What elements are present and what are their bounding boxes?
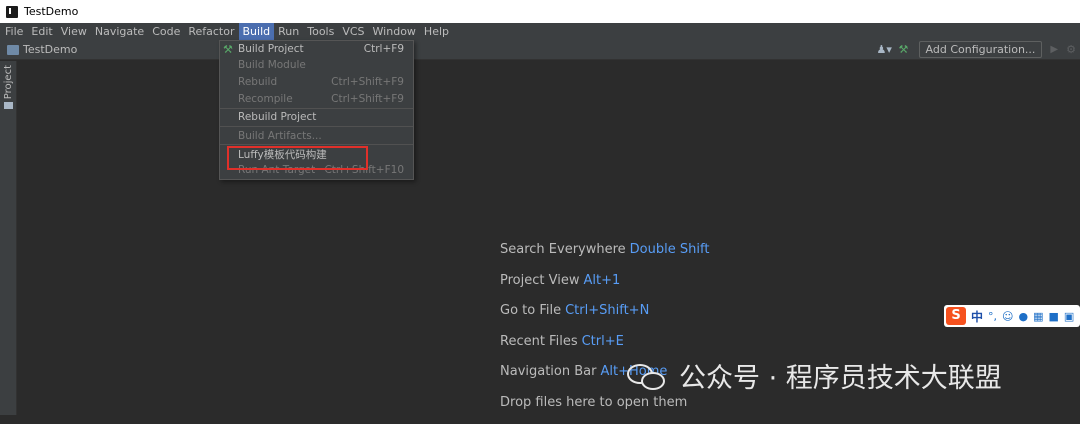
menu-item-recompile[interactable]: Recompile Ctrl+Shift+F9 [220,91,413,107]
intellij-app-icon [6,6,18,18]
hint-drop-files: Drop files here to open them [500,394,709,424]
hint-key: Alt+1 [583,273,620,288]
menu-item-build-artifacts[interactable]: Build Artifacts... [220,128,413,144]
hint-project-view: Project View Alt+1 [500,272,709,303]
menu-separator [220,144,413,145]
menu-item-rebuild[interactable]: Rebuild Ctrl+Shift+F9 [220,74,413,90]
menu-separator [220,126,413,127]
window-title: TestDemo [24,5,78,18]
menu-run[interactable]: Run [274,23,303,40]
wechat-icon [625,360,669,392]
menu-refactor[interactable]: Refactor [184,23,238,40]
menu-item-shortcut: Ctrl+Shift+F9 [331,93,404,105]
hint-text: Drop files here to open them [500,395,687,410]
hint-text: Search Everywhere [500,242,626,257]
menu-item-build-project[interactable]: ⚒ Build Project Ctrl+F9 [220,41,413,57]
hint-key: Ctrl+Shift+N [565,303,649,318]
hint-text: Go to File [500,303,561,318]
menu-help[interactable]: Help [420,23,453,40]
ime-toolbar[interactable]: S 中 °, ☺ ● ▦ ■ ▣ [944,305,1080,327]
watermark-text: 公众号 · 程序员技术大联盟 [679,356,1002,395]
build-hammer-icon[interactable]: ⚒ [899,44,911,56]
menu-item-shortcut: Ctrl+Shift+F9 [331,76,404,88]
microphone-icon[interactable]: ● [1018,310,1028,323]
menu-window[interactable]: Window [369,23,420,40]
project-folder-icon [4,102,13,109]
project-folder-icon [7,45,19,55]
run-icon[interactable]: ▶ [1050,44,1058,55]
menu-item-label: Rebuild [238,76,331,88]
menu-build[interactable]: Build [239,23,275,40]
ime-mode-chinese[interactable]: 中 [971,308,983,325]
hammer-icon: ⚒ [223,43,233,56]
menu-item-label: Rebuild Project [238,111,404,123]
sogou-logo: S [946,307,966,325]
menu-view[interactable]: View [57,23,91,40]
wechat-watermark: 公众号 · 程序员技术大联盟 [625,356,1002,395]
menu-item-shortcut: Ctrl+F9 [364,43,404,55]
menu-vcs[interactable]: VCS [338,23,368,40]
toolbox-icon[interactable]: ▣ [1064,310,1074,323]
highlight-annotation-box [227,146,368,170]
breadcrumb-project[interactable]: TestDemo [23,43,77,56]
menu-item-label: Build Module [238,59,404,71]
menu-file[interactable]: File [0,23,27,40]
hint-search-everywhere: Search Everywhere Double Shift [500,241,709,272]
menu-item-label: Build Project [238,43,364,55]
tool-window-strip: Project [0,61,17,415]
menu-bar: File Edit View Navigate Code Refactor Bu… [0,23,1080,40]
keyboard-icon[interactable]: ▦ [1033,310,1043,323]
hint-key: Ctrl+E [582,334,624,349]
user-icon[interactable]: ♟▾ [877,44,891,56]
menu-navigate[interactable]: Navigate [91,23,148,40]
skin-icon[interactable]: ■ [1049,310,1059,323]
hint-text: Navigation Bar [500,364,596,379]
menu-item-rebuild-project[interactable]: Rebuild Project [220,109,413,125]
menu-tools[interactable]: Tools [303,23,338,40]
menu-edit[interactable]: Edit [27,23,56,40]
menu-item-label: Recompile [238,93,331,105]
title-bar: TestDemo [0,0,1080,23]
debug-icon[interactable]: ⚙ [1066,43,1076,56]
breadcrumb[interactable]: TestDemo [7,43,77,56]
menu-code[interactable]: Code [148,23,184,40]
navigation-bar: TestDemo ♟▾ ⚒ Add Configuration... ▶ ⚙ [0,40,1080,60]
menu-item-build-module[interactable]: Build Module [220,57,413,73]
hint-text: Recent Files [500,334,578,349]
project-tab-label: Project [3,65,14,99]
menu-item-label: Build Artifacts... [238,130,404,142]
hint-text: Project View [500,273,579,288]
editor-hints: Search Everywhere Double Shift Project Vi… [500,241,709,424]
hint-key: Double Shift [630,242,710,257]
add-configuration-button[interactable]: Add Configuration... [919,41,1043,58]
punctuation-icon[interactable]: °, [988,310,997,323]
project-tool-tab[interactable]: Project [1,65,16,113]
toolbar-right: ♟▾ ⚒ Add Configuration... ▶ ⚙ [877,41,1076,58]
emoji-icon[interactable]: ☺ [1002,310,1013,323]
hint-go-to-file: Go to File Ctrl+Shift+N [500,302,709,333]
